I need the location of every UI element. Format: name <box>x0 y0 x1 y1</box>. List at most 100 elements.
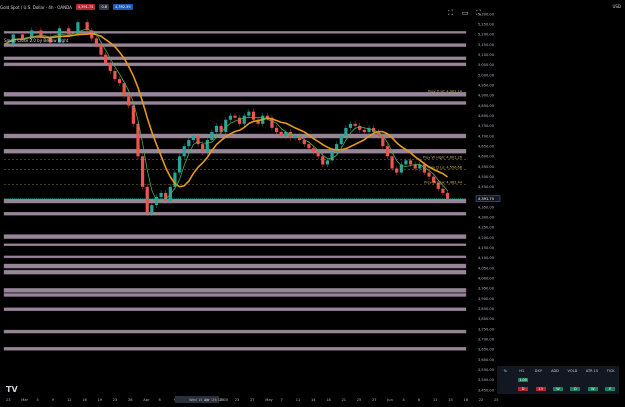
candle-body <box>362 129 366 132</box>
watchlist-panel: % H1 DXY ADD VOLD ATR 15 TICK 1.00 D 13 … <box>497 366 619 394</box>
y-tick-label: 5,150.00 <box>478 43 495 47</box>
candle-body <box>205 140 209 153</box>
candle-body <box>224 119 228 132</box>
watch-cell: W <box>587 386 598 391</box>
screenshot-icon[interactable]: ⛶ <box>476 9 481 18</box>
ask-badge[interactable]: 4,392.55 <box>113 4 133 10</box>
x-tick-label: 15 <box>448 398 453 402</box>
watchlist-row-1: 1.00 <box>497 375 619 384</box>
watchlist-header-row: % H1 DXY ADD VOLD ATR 15 TICK <box>497 366 619 375</box>
y-axis: 5,300.005,250.005,200.005,150.005,100.00… <box>475 12 501 392</box>
zone-band <box>3 234 467 239</box>
candle-body <box>325 160 329 165</box>
price-level-label: Prev D Lo: 4,556.68 <box>428 166 462 170</box>
candle-body <box>177 156 182 173</box>
x-tick-label: 16 <box>82 398 87 402</box>
y-tick-label: 5,050.00 <box>478 63 495 67</box>
candle-body <box>427 172 431 177</box>
zone-band <box>3 243 467 246</box>
zone-band <box>3 92 467 97</box>
currency-label[interactable]: USD <box>612 4 621 9</box>
bid-badge[interactable]: 4,391.75 <box>75 4 96 10</box>
y-tick-label: 4,700.00 <box>478 134 495 138</box>
x-tick-label: 11 <box>296 398 301 402</box>
candle-body <box>182 146 186 157</box>
candle-body <box>187 140 191 147</box>
fullscreen-icon[interactable]: ⛶ <box>448 9 453 18</box>
y-tick-label: 3,750.00 <box>478 327 495 331</box>
watch-col-tick: TICK <box>606 368 615 373</box>
candle-body <box>307 144 311 149</box>
y-tick-label: 5,200.00 <box>478 33 495 37</box>
candle-body <box>201 144 205 153</box>
y-tick-label: 5,100.00 <box>478 53 495 57</box>
watch-col-pct: % <box>503 368 507 373</box>
price-level-label: Prev W High: 4,601.26 <box>423 155 462 159</box>
watch-col-vold: VOLD <box>567 368 578 373</box>
candle-body <box>385 146 390 157</box>
candle-body <box>131 105 135 124</box>
candle-body <box>94 38 98 45</box>
candle-body <box>344 127 348 136</box>
y-tick-label: 3,450.00 <box>478 388 495 392</box>
price-level-label: Prev D Hi: 4,901.14 <box>428 89 463 93</box>
layout-icon[interactable]: ▭ <box>462 9 469 17</box>
x-tick-label: Jun <box>386 398 393 402</box>
watchlist-row-2: D 13 W D W E <box>497 384 619 393</box>
candle-body <box>210 131 214 141</box>
x-tick-label: 25 <box>357 398 362 402</box>
x-tick-label: 21 <box>342 398 347 402</box>
candle-body <box>99 44 103 55</box>
zone-band <box>3 293 467 297</box>
price-chart[interactable]: Prev D Hi: 4,901.14 Prev W High: 4,601.26… <box>0 0 625 407</box>
candle-body <box>233 115 237 118</box>
watch-col-dxy: DXY <box>534 368 543 373</box>
zone-band <box>3 62 467 67</box>
x-tick-label: 23 <box>6 398 11 402</box>
y-tick-label: 4,850.00 <box>478 104 495 108</box>
candle-body <box>228 115 232 120</box>
zone-band <box>3 288 467 293</box>
zone-band <box>3 56 467 61</box>
zone-band <box>3 329 467 334</box>
y-tick-label: 4,600.00 <box>478 155 495 159</box>
moving-averages-layer <box>3 28 448 203</box>
candle-body <box>311 148 316 153</box>
watch-cell: D <box>570 386 581 391</box>
symbol-title[interactable]: Gold Spot / U.S. Dollar · 4h · OANDA <box>0 5 72 10</box>
x-tick-label: 4 <box>403 398 406 402</box>
candles-layer <box>11 19 450 217</box>
y-tick-label: 4,200.00 <box>478 236 495 240</box>
candle-body <box>395 168 399 173</box>
x-tick-label: May <box>265 398 273 402</box>
tradingview-logo[interactable]: TV <box>6 385 18 394</box>
candle-body <box>353 123 357 126</box>
price-level-label: Prev W Low: 4,462.44 <box>424 180 463 184</box>
watch-col-add: ADD <box>551 368 559 373</box>
candle-body <box>136 123 140 157</box>
candle-body <box>247 111 251 116</box>
zones-layer <box>3 31 467 351</box>
y-tick-label: 4,300.00 <box>478 216 495 220</box>
zone-band <box>3 211 467 216</box>
zone-band <box>3 133 467 139</box>
y-tick-label: 3,800.00 <box>478 317 495 321</box>
y-tick-label: 3,600.00 <box>478 358 495 362</box>
candle-body <box>251 111 256 120</box>
zone-band <box>3 269 467 275</box>
candle-body <box>127 95 131 106</box>
candle-body <box>104 54 108 63</box>
spread-badge: 0.8 <box>99 4 110 10</box>
y-tick-label: 5,000.00 <box>478 73 495 77</box>
watch-cell: D <box>518 386 529 391</box>
zone-band <box>3 43 467 47</box>
candle-body <box>404 160 408 165</box>
y-tick-label: 3,700.00 <box>478 337 495 341</box>
indicator-label[interactable]: Smart Close 2.0 by Bellow Right <box>4 38 68 43</box>
x-axis: 23 Mar 5 9 12 16 19 23 26 Apr 6 9 Wed 15 Apr '26 10:… <box>6 396 499 403</box>
y-tick-label: 4,350.00 <box>478 205 495 209</box>
candle-body <box>335 144 339 153</box>
candle-body <box>141 156 145 187</box>
candle-body <box>108 62 112 71</box>
x-tick-label: 23 <box>235 398 240 402</box>
